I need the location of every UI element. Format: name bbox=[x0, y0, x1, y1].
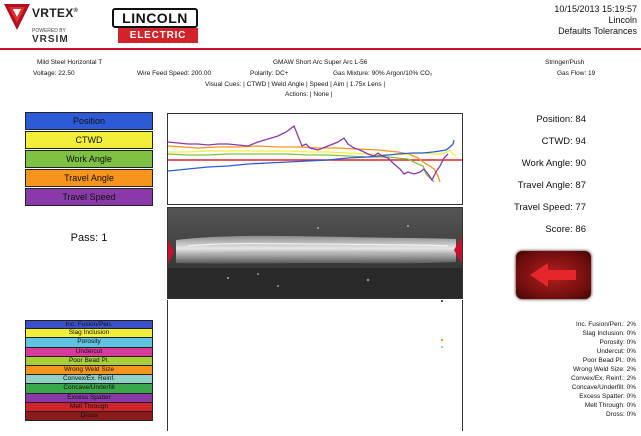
weld-bead-image bbox=[167, 207, 463, 299]
total-score: Score: 86 bbox=[545, 224, 586, 235]
defect-marker bbox=[441, 300, 443, 302]
vrtex-shield-icon bbox=[4, 4, 30, 30]
back-button[interactable] bbox=[516, 251, 591, 299]
gas-flow: Gas Flow: 19 bbox=[557, 70, 596, 77]
wire-feed-speed: Wire Feed Speed: 200.00 bbox=[137, 70, 212, 77]
vrsim-wordmark: VRSIM bbox=[32, 34, 69, 45]
lincoln-electric-logo: LINCOLN ELECTRIC bbox=[112, 8, 198, 44]
ctwd-score: CTWD: 94 bbox=[541, 136, 586, 147]
variable-graph bbox=[167, 124, 462, 183]
legend-position-button[interactable]: Position bbox=[25, 112, 153, 130]
defect-map bbox=[441, 300, 443, 348]
header: VRTEX® POWERED BY VRSIM LINCOLN ELECTRIC… bbox=[0, 0, 641, 48]
defect-marker bbox=[441, 339, 443, 341]
visual-cues: Visual Cues: | CTWD | Weld Angle | Speed… bbox=[205, 81, 386, 88]
header-info: 10/15/2013 15:19:57 Lincoln Defaults Tol… bbox=[554, 4, 637, 37]
defect-legend-excess-spatter[interactable]: Excess Spatter bbox=[25, 393, 153, 403]
pct-inc-fusion: Inc. Fusion/Pen.: 2% bbox=[576, 321, 636, 328]
actions: Actions: | None | bbox=[285, 91, 333, 98]
legend-work-angle-button[interactable]: Work Angle bbox=[25, 150, 153, 168]
defect-marker bbox=[441, 346, 443, 348]
pct-wrong-weld-size: Wrong Weld Size: 2% bbox=[573, 366, 636, 373]
weld-bead-render bbox=[168, 208, 462, 298]
variable-graph-panel bbox=[167, 113, 463, 205]
pct-excess-spatter: Excess Spatter: 0% bbox=[579, 393, 636, 400]
defect-legend-undercut[interactable]: Undercut bbox=[25, 347, 153, 357]
pct-convex: Convex/Ex. Reinf.: 2% bbox=[570, 375, 636, 382]
defect-legend-poor-bead-placement[interactable]: Poor Bead Pl. bbox=[25, 356, 153, 366]
pct-concave: Concave/Underfill: 0% bbox=[571, 384, 636, 391]
joint-type: Mild Steel Horizontal T bbox=[37, 59, 103, 66]
defect-legend-convex[interactable]: Convex/Ex. Reinf. bbox=[25, 375, 153, 385]
lincoln-wordmark: LINCOLN bbox=[112, 8, 198, 28]
header-divider bbox=[0, 48, 641, 50]
pass-label: Pass: 1 bbox=[70, 232, 108, 244]
defect-legend-inc-fusion[interactable]: Inc. Fusion/Pen. bbox=[25, 320, 153, 330]
defect-legend-slag-inclusion[interactable]: Slag Inclusion bbox=[25, 329, 153, 339]
travel-angle-score: Travel Angle: 87 bbox=[517, 180, 586, 191]
process-name: GMAW Short Arc Super Arc L-56 bbox=[273, 59, 368, 66]
technique: Stringer/Push bbox=[545, 59, 585, 66]
pct-undercut: Undercut: 0% bbox=[596, 348, 636, 355]
gas-mixture: Gas Mixture: 90% Argon/10% CO₂ bbox=[333, 70, 433, 77]
pct-poor-bead-placement: Poor Bead Pl.: 0% bbox=[582, 357, 636, 364]
legend-ctwd-button[interactable]: CTWD bbox=[25, 131, 153, 149]
pct-slag-inclusion: Slag Inclusion: 0% bbox=[582, 330, 636, 337]
defect-legend-porosity[interactable]: Porosity bbox=[25, 338, 153, 348]
work-angle-score: Work Angle: 90 bbox=[521, 158, 586, 169]
defect-legend-wrong-weld-size[interactable]: Wrong Weld Size bbox=[25, 366, 153, 376]
polarity: Polarity: DC+ bbox=[250, 70, 289, 77]
legend-travel-angle-button[interactable]: Travel Angle bbox=[25, 169, 153, 187]
defect-map-panel bbox=[167, 300, 463, 431]
defect-legend-concave[interactable]: Concave/Underfill bbox=[25, 384, 153, 394]
user-name: Lincoln bbox=[608, 15, 637, 25]
series-work-angle bbox=[167, 153, 435, 183]
defect-legend-melt-through[interactable]: Melt Through bbox=[25, 402, 153, 412]
vrtex-logo: VRTEX® POWERED BY VRSIM bbox=[2, 2, 107, 46]
pct-dross: Dross: 0% bbox=[606, 411, 636, 418]
defect-legend-dross[interactable]: Dross bbox=[25, 412, 153, 422]
travel-speed-score: Travel Speed: 77 bbox=[514, 202, 586, 213]
position-score: Position: 84 bbox=[536, 114, 586, 125]
voltage: Voltage: 22.50 bbox=[33, 70, 75, 77]
tolerance-profile: Defaults Tolerances bbox=[558, 26, 637, 36]
electric-wordmark: ELECTRIC bbox=[118, 28, 198, 43]
legend-travel-speed-button[interactable]: Travel Speed bbox=[25, 188, 153, 206]
vrtex-wordmark: VRTEX® bbox=[32, 6, 79, 20]
datetime: 10/15/2013 15:19:57 bbox=[554, 4, 637, 14]
left-arrow-icon bbox=[530, 263, 576, 287]
pct-porosity: Porosity: 0% bbox=[599, 339, 637, 346]
pct-melt-through: Melt Through: 0% bbox=[584, 402, 636, 409]
